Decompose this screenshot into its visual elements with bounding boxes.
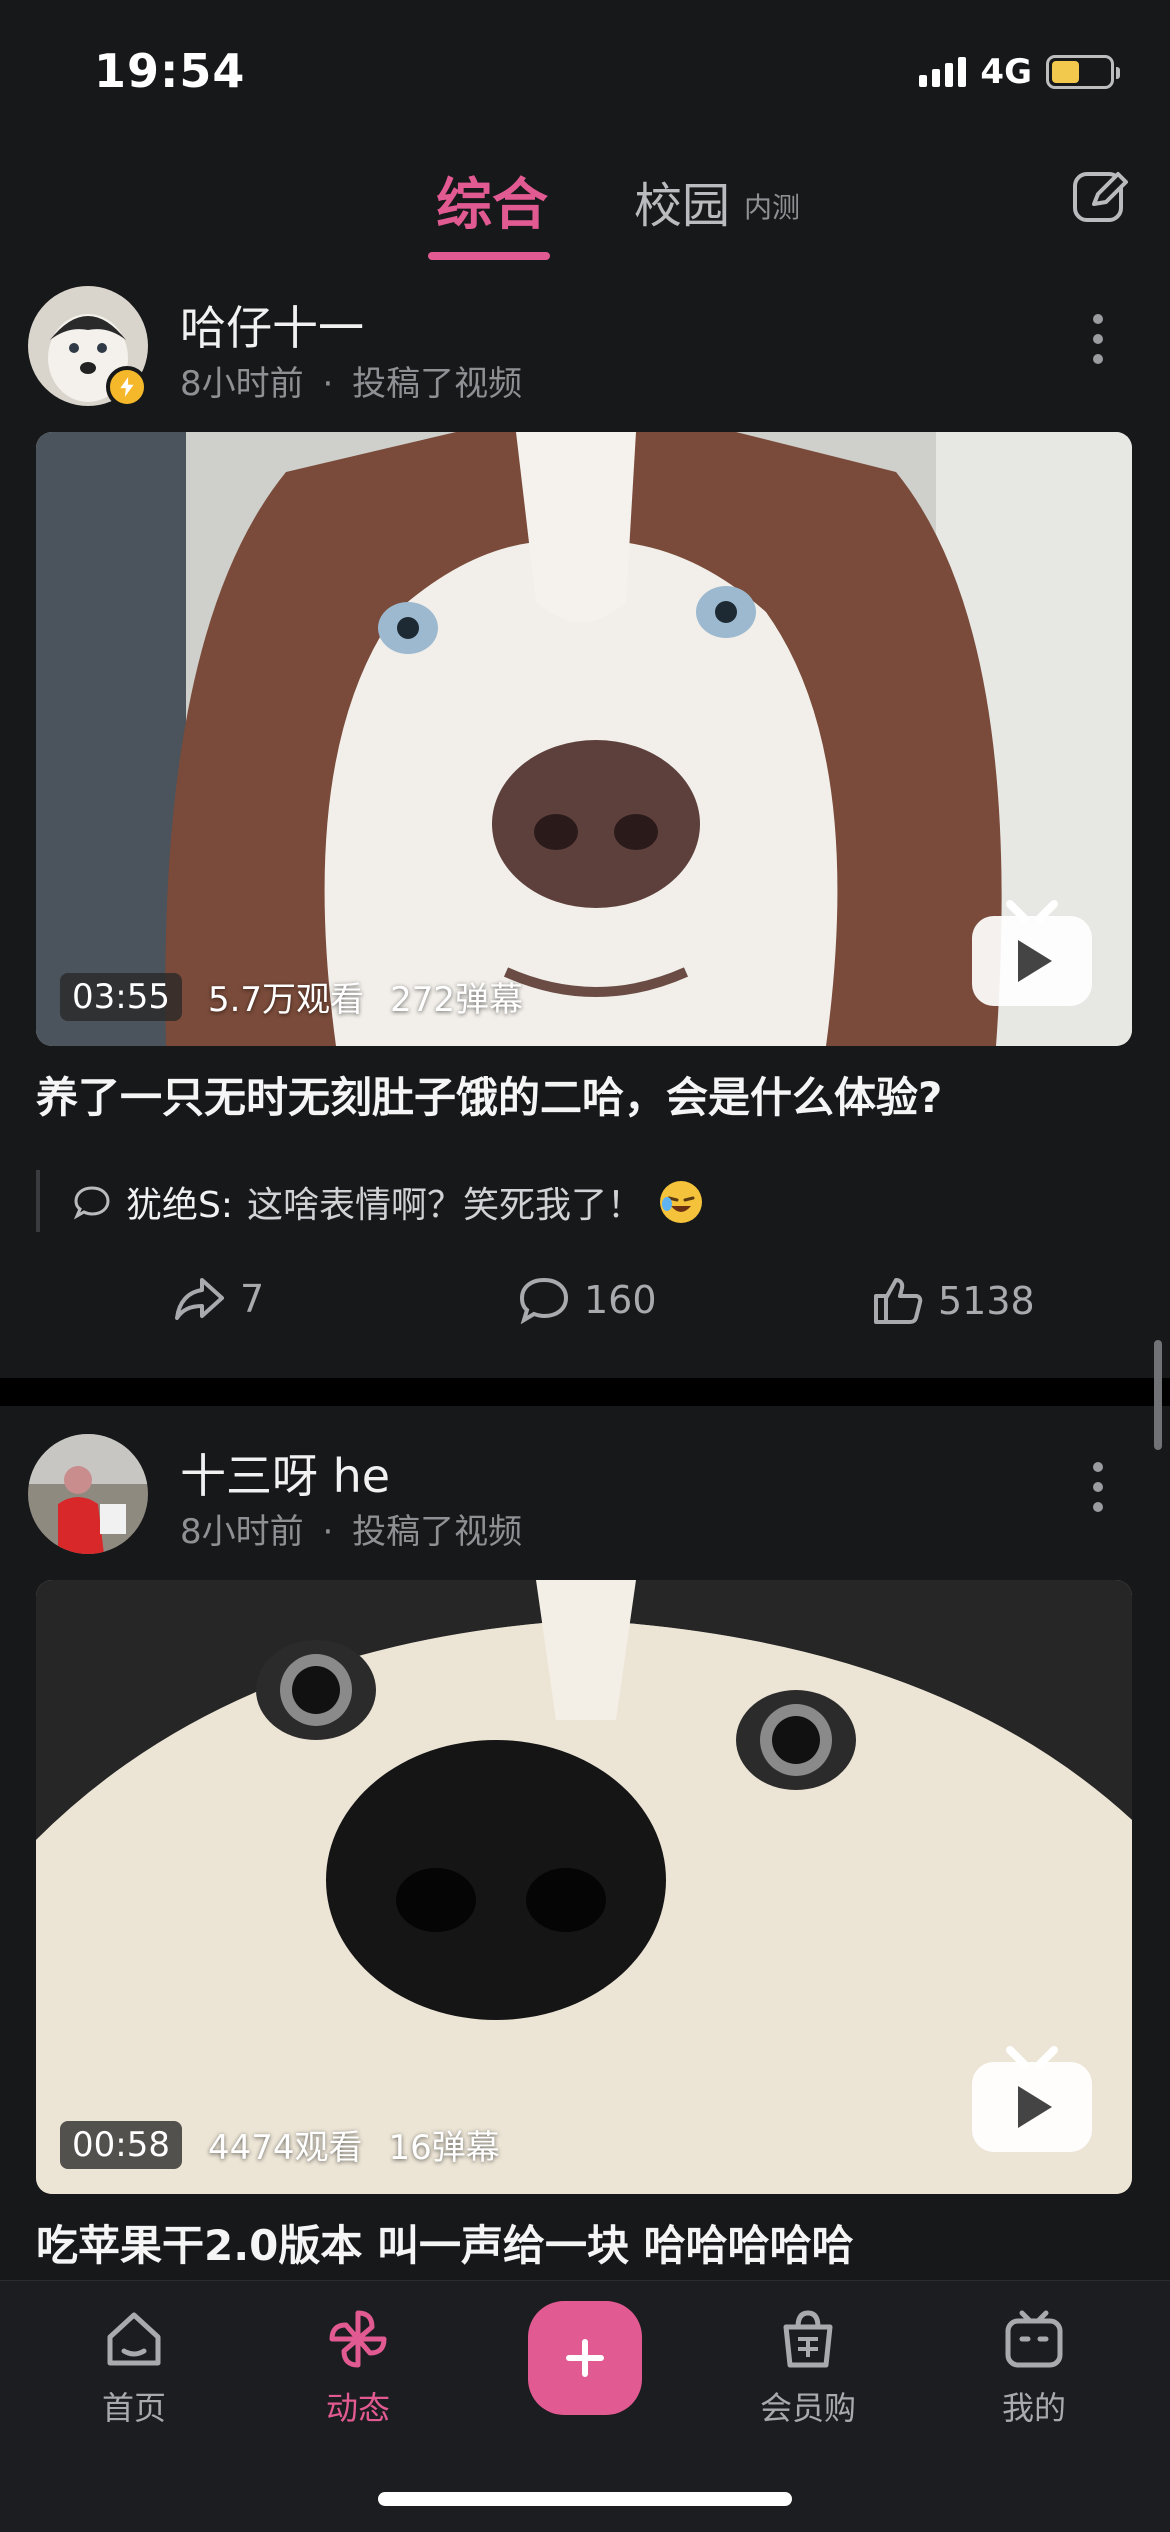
video-duration: 00:58 [60, 2120, 182, 2169]
play-icon[interactable] [970, 900, 1094, 1008]
status-time: 19:54 [94, 44, 246, 98]
like-count: 5138 [938, 1279, 1035, 1323]
signal-icon [919, 57, 967, 87]
more-options-icon[interactable] [1086, 314, 1110, 364]
network-label: 4G [980, 52, 1032, 92]
share-count: 7 [240, 1277, 265, 1321]
view-count: 5.7万观看 [207, 980, 365, 1020]
danmaku-count: 16弹幕 [388, 2128, 500, 2168]
nav-shop-label: 会员购 [759, 2389, 856, 2427]
nav-home[interactable]: 首页 [64, 2307, 204, 2429]
tv-icon [1005, 2310, 1063, 2368]
post-time: 8小时前 [180, 1512, 304, 1552]
compose-icon[interactable] [1070, 166, 1130, 226]
post-action: 投稿了视频 [352, 1512, 523, 1552]
video-thumbnail[interactable] [36, 1580, 1132, 2194]
tab-campus[interactable]: 校园 [634, 166, 730, 236]
author-avatar[interactable] [28, 1434, 148, 1554]
scrollbar[interactable] [1154, 1340, 1162, 1450]
pinwheel-icon [329, 2310, 387, 2368]
video-title[interactable]: 养了一只无时无刻肚子饿的二哈，会是什么体验? [36, 1064, 942, 1125]
husky-brown-image [36, 432, 1132, 1046]
beta-badge: 内测 [744, 191, 801, 224]
comment-bubble-icon [73, 1186, 110, 1220]
laughing-emoji-icon [660, 1181, 702, 1223]
author-name[interactable]: 哈仔十一 [180, 292, 364, 358]
comment-quote-bar [36, 1170, 40, 1232]
video-stats: 00:58 4474观看 16弹幕 [60, 2120, 500, 2169]
home-icon [107, 2312, 161, 2366]
plus-icon [566, 2339, 604, 2377]
nav-shop[interactable]: 会员购 [738, 2307, 878, 2429]
view-count: 4474观看 [207, 2128, 363, 2168]
comment-author: 犹绝S: [126, 1185, 233, 1226]
nav-dynamic-label: 动态 [325, 2389, 390, 2427]
meta-separator: · [322, 1512, 334, 1552]
status-indicators: 4G [919, 52, 1120, 92]
share-button[interactable]: 7 [174, 1276, 264, 1322]
battery-icon [1046, 55, 1120, 89]
comment-icon [519, 1277, 569, 1324]
tab-indicator [428, 252, 550, 260]
post-meta: 8小时前 · 投稿了视频 [180, 356, 522, 405]
nav-mine[interactable]: 我的 [964, 2307, 1104, 2429]
post-time: 8小时前 [180, 364, 304, 404]
post-actions: 7 160 5138 [0, 1276, 1170, 1336]
comment-count: 160 [584, 1278, 657, 1322]
thumbs-up-icon [874, 1278, 923, 1324]
share-icon [175, 1278, 224, 1320]
comment-button[interactable]: 160 [518, 1276, 657, 1324]
video-title[interactable]: 吃苹果干2.0版本 叫一声给一块 哈哈哈哈哈 [36, 2212, 854, 2273]
post-meta: 8小时前 · 投稿了视频 [180, 1504, 522, 1553]
shopping-bag-icon [783, 2310, 833, 2368]
tab-general[interactable]: 综合 [436, 160, 548, 241]
featured-comment[interactable]: 犹绝S: 这啥表情啊？笑死我了！ [72, 1176, 705, 1228]
more-options-icon[interactable] [1086, 1462, 1110, 1512]
verified-bolt-icon [106, 366, 148, 408]
top-tabs: 综合 校园 内测 [0, 160, 1170, 260]
author-name[interactable]: 十三呀 he [180, 1440, 390, 1506]
post-divider [0, 1378, 1170, 1406]
like-button[interactable]: 5138 [872, 1276, 1035, 1326]
home-indicator [378, 2492, 792, 2506]
add-post-button[interactable] [528, 2301, 642, 2415]
nav-dynamic[interactable]: 动态 [288, 2307, 428, 2429]
danmaku-count: 272弹幕 [390, 980, 523, 1020]
video-thumbnail[interactable] [36, 432, 1132, 1046]
video-duration: 03:55 [60, 972, 182, 1021]
nav-home-label: 首页 [101, 2389, 166, 2427]
nav-mine-label: 我的 [1001, 2389, 1066, 2427]
comment-text: 这啥表情啊？笑死我了！ [246, 1185, 643, 1226]
play-icon[interactable] [970, 2046, 1094, 2154]
meta-separator: · [322, 364, 334, 404]
post-action: 投稿了视频 [352, 364, 523, 404]
husky-black-image [36, 1580, 1132, 2194]
video-stats: 03:55 5.7万观看 272弹幕 [60, 972, 523, 1021]
